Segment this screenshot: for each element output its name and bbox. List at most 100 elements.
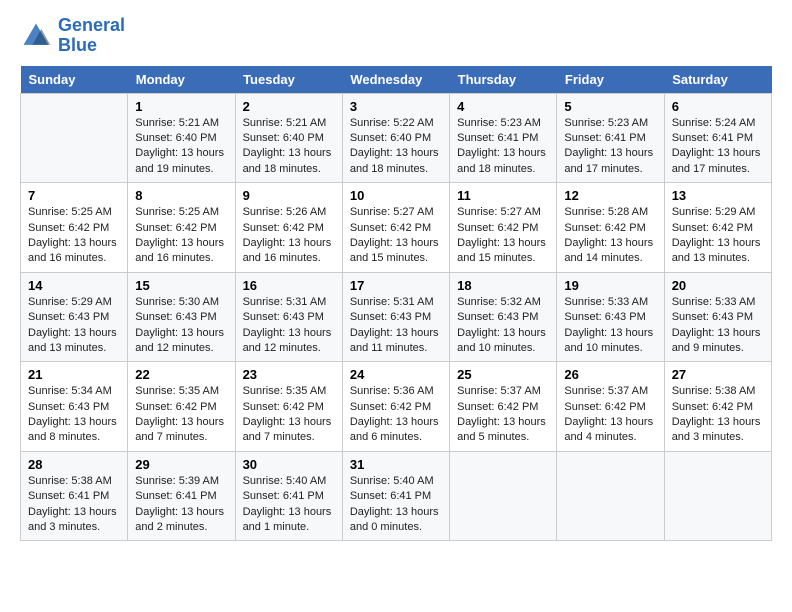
calendar-cell: 7Sunrise: 5:25 AM Sunset: 6:42 PM Daylig… bbox=[21, 183, 128, 273]
calendar-cell: 9 Sunrise: 5:26 AM Sunset: 6:42 PM Daylig… bbox=[235, 183, 342, 273]
cell-date: 20 bbox=[672, 278, 764, 293]
header-sunday: Sunday bbox=[21, 66, 128, 94]
cell-info: Sunrise: 5:35 AM Sunset: 6:42 PM Dayligh… bbox=[243, 384, 335, 446]
cell-info: Sunrise: 5:36 AM Sunset: 6:42 PM Dayligh… bbox=[350, 384, 442, 446]
calendar-cell: 28 Sunrise: 5:38 AM Sunset: 6:41 PM Dayli… bbox=[21, 451, 128, 541]
calendar-cell: 15Sunrise: 5:30 AM Sunset: 6:43 PM Dayli… bbox=[128, 272, 235, 362]
cell-info: Sunrise: 5:39 AM Sunset: 6:41 PM Dayligh… bbox=[135, 474, 227, 536]
calendar-cell: 25 Sunrise: 5:37 AM Sunset: 6:42 PM Dayli… bbox=[450, 362, 557, 452]
cell-info: Sunrise: 5:27 AM Sunset: 6:42 PM Dayligh… bbox=[350, 205, 442, 267]
cell-info: Sunrise: 5:24 AM Sunset: 6:41 PM Dayligh… bbox=[672, 116, 764, 178]
cell-info: Sunrise: 5:38 AM Sunset: 6:41 PM Dayligh… bbox=[28, 474, 120, 536]
calendar-cell: 14Sunrise: 5:29 AM Sunset: 6:43 PM Dayli… bbox=[21, 272, 128, 362]
header-saturday: Saturday bbox=[664, 66, 771, 94]
logo-icon bbox=[20, 20, 52, 52]
cell-date: 10 bbox=[350, 188, 442, 203]
cell-date: 14 bbox=[28, 278, 120, 293]
cell-info: Sunrise: 5:23 AM Sunset: 6:41 PM Dayligh… bbox=[564, 116, 656, 178]
cell-date: 3 bbox=[350, 99, 442, 114]
week-row-3: 14Sunrise: 5:29 AM Sunset: 6:43 PM Dayli… bbox=[21, 272, 772, 362]
cell-info: Sunrise: 5:37 AM Sunset: 6:42 PM Dayligh… bbox=[457, 384, 549, 446]
calendar-cell: 6 Sunrise: 5:24 AM Sunset: 6:41 PM Daylig… bbox=[664, 93, 771, 183]
header-thursday: Thursday bbox=[450, 66, 557, 94]
logo: General Blue bbox=[20, 16, 125, 56]
cell-date: 16 bbox=[243, 278, 335, 293]
header-monday: Monday bbox=[128, 66, 235, 94]
calendar-cell: 5 Sunrise: 5:23 AM Sunset: 6:41 PM Daylig… bbox=[557, 93, 664, 183]
cell-date: 19 bbox=[564, 278, 656, 293]
calendar-cell: 11Sunrise: 5:27 AM Sunset: 6:42 PM Dayli… bbox=[450, 183, 557, 273]
week-row-2: 7 Sunrise: 5:25 AM Sunset: 6:42 PM Daylig… bbox=[21, 183, 772, 273]
cell-date: 13 bbox=[672, 188, 764, 203]
calendar-cell: 22 Sunrise: 5:35 AM Sunset: 6:42 PM Dayli… bbox=[128, 362, 235, 452]
cell-date: 22 bbox=[135, 367, 227, 382]
cell-info: Sunrise: 5:28 AM Sunset: 6:42 PM Dayligh… bbox=[564, 205, 656, 267]
cell-date: 7 bbox=[28, 188, 120, 203]
cell-date: 29 bbox=[135, 457, 227, 472]
cell-info: Sunrise: 5:26 AM Sunset: 6:42 PM Dayligh… bbox=[243, 205, 335, 267]
calendar-cell: 10 Sunrise: 5:27 AM Sunset: 6:42 PM Dayli… bbox=[342, 183, 449, 273]
cell-date: 4 bbox=[457, 99, 549, 114]
cell-date: 31 bbox=[350, 457, 442, 472]
cell-date: 8 bbox=[135, 188, 227, 203]
cell-info: Sunrise: 5:21 AM Sunset: 6:40 PM Dayligh… bbox=[135, 116, 227, 178]
calendar-header-row: SundayMondayTuesdayWednesdayThursdayFrid… bbox=[21, 66, 772, 94]
cell-info: Sunrise: 5:22 AM Sunset: 6:40 PM Dayligh… bbox=[350, 116, 442, 178]
cell-info: Sunrise: 5:23 AM Sunset: 6:41 PM Dayligh… bbox=[457, 116, 549, 178]
cell-date: 12 bbox=[564, 188, 656, 203]
cell-date: 6 bbox=[672, 99, 764, 114]
calendar-cell bbox=[664, 451, 771, 541]
cell-info: Sunrise: 5:33 AM Sunset: 6:43 PM Dayligh… bbox=[564, 295, 656, 357]
calendar-cell: 1Sunrise: 5:21 AM Sunset: 6:40 PM Daylig… bbox=[128, 93, 235, 183]
cell-info: Sunrise: 5:33 AM Sunset: 6:43 PM Dayligh… bbox=[672, 295, 764, 357]
cell-date: 2 bbox=[243, 99, 335, 114]
cell-date: 18 bbox=[457, 278, 549, 293]
calendar-cell: 8 Sunrise: 5:25 AM Sunset: 6:42 PM Daylig… bbox=[128, 183, 235, 273]
cell-info: Sunrise: 5:35 AM Sunset: 6:42 PM Dayligh… bbox=[135, 384, 227, 446]
logo-text: General Blue bbox=[58, 16, 125, 56]
cell-date: 9 bbox=[243, 188, 335, 203]
cell-info: Sunrise: 5:27 AM Sunset: 6:42 PM Dayligh… bbox=[457, 205, 549, 267]
calendar-cell: 23Sunrise: 5:35 AM Sunset: 6:42 PM Dayli… bbox=[235, 362, 342, 452]
cell-date: 17 bbox=[350, 278, 442, 293]
calendar-cell: 13 Sunrise: 5:29 AM Sunset: 6:42 PM Dayli… bbox=[664, 183, 771, 273]
calendar-cell: 4 Sunrise: 5:23 AM Sunset: 6:41 PM Daylig… bbox=[450, 93, 557, 183]
cell-info: Sunrise: 5:31 AM Sunset: 6:43 PM Dayligh… bbox=[350, 295, 442, 357]
week-row-5: 28 Sunrise: 5:38 AM Sunset: 6:41 PM Dayli… bbox=[21, 451, 772, 541]
cell-date: 28 bbox=[28, 457, 120, 472]
cell-info: Sunrise: 5:32 AM Sunset: 6:43 PM Dayligh… bbox=[457, 295, 549, 357]
calendar-table: SundayMondayTuesdayWednesdayThursdayFrid… bbox=[20, 66, 772, 542]
header-wednesday: Wednesday bbox=[342, 66, 449, 94]
cell-date: 27 bbox=[672, 367, 764, 382]
cell-date: 21 bbox=[28, 367, 120, 382]
week-row-4: 21 Sunrise: 5:34 AM Sunset: 6:43 PM Dayli… bbox=[21, 362, 772, 452]
cell-info: Sunrise: 5:30 AM Sunset: 6:43 PM Dayligh… bbox=[135, 295, 227, 357]
cell-info: Sunrise: 5:34 AM Sunset: 6:43 PM Dayligh… bbox=[28, 384, 120, 446]
calendar-cell: 24Sunrise: 5:36 AM Sunset: 6:42 PM Dayli… bbox=[342, 362, 449, 452]
calendar-cell: 19 Sunrise: 5:33 AM Sunset: 6:43 PM Dayli… bbox=[557, 272, 664, 362]
header-tuesday: Tuesday bbox=[235, 66, 342, 94]
cell-info: Sunrise: 5:40 AM Sunset: 6:41 PM Dayligh… bbox=[350, 474, 442, 536]
cell-info: Sunrise: 5:38 AM Sunset: 6:42 PM Dayligh… bbox=[672, 384, 764, 446]
week-row-1: 1Sunrise: 5:21 AM Sunset: 6:40 PM Daylig… bbox=[21, 93, 772, 183]
cell-date: 26 bbox=[564, 367, 656, 382]
header-friday: Friday bbox=[557, 66, 664, 94]
cell-date: 25 bbox=[457, 367, 549, 382]
calendar-cell: 31 Sunrise: 5:40 AM Sunset: 6:41 PM Dayli… bbox=[342, 451, 449, 541]
cell-info: Sunrise: 5:40 AM Sunset: 6:41 PM Dayligh… bbox=[243, 474, 335, 536]
calendar-cell: 12 Sunrise: 5:28 AM Sunset: 6:42 PM Dayli… bbox=[557, 183, 664, 273]
calendar-cell: 18 Sunrise: 5:32 AM Sunset: 6:43 PM Dayli… bbox=[450, 272, 557, 362]
calendar-cell: 27 Sunrise: 5:38 AM Sunset: 6:42 PM Dayli… bbox=[664, 362, 771, 452]
calendar-cell: 30 Sunrise: 5:40 AM Sunset: 6:41 PM Dayli… bbox=[235, 451, 342, 541]
calendar-cell: 3 Sunrise: 5:22 AM Sunset: 6:40 PM Daylig… bbox=[342, 93, 449, 183]
calendar-cell: 2 Sunrise: 5:21 AM Sunset: 6:40 PM Daylig… bbox=[235, 93, 342, 183]
cell-date: 30 bbox=[243, 457, 335, 472]
cell-info: Sunrise: 5:21 AM Sunset: 6:40 PM Dayligh… bbox=[243, 116, 335, 178]
calendar-cell bbox=[557, 451, 664, 541]
cell-date: 5 bbox=[564, 99, 656, 114]
cell-info: Sunrise: 5:29 AM Sunset: 6:42 PM Dayligh… bbox=[672, 205, 764, 267]
calendar-cell: 21 Sunrise: 5:34 AM Sunset: 6:43 PM Dayli… bbox=[21, 362, 128, 452]
cell-info: Sunrise: 5:37 AM Sunset: 6:42 PM Dayligh… bbox=[564, 384, 656, 446]
cell-info: Sunrise: 5:25 AM Sunset: 6:42 PM Dayligh… bbox=[135, 205, 227, 267]
calendar-cell: 26 Sunrise: 5:37 AM Sunset: 6:42 PM Dayli… bbox=[557, 362, 664, 452]
